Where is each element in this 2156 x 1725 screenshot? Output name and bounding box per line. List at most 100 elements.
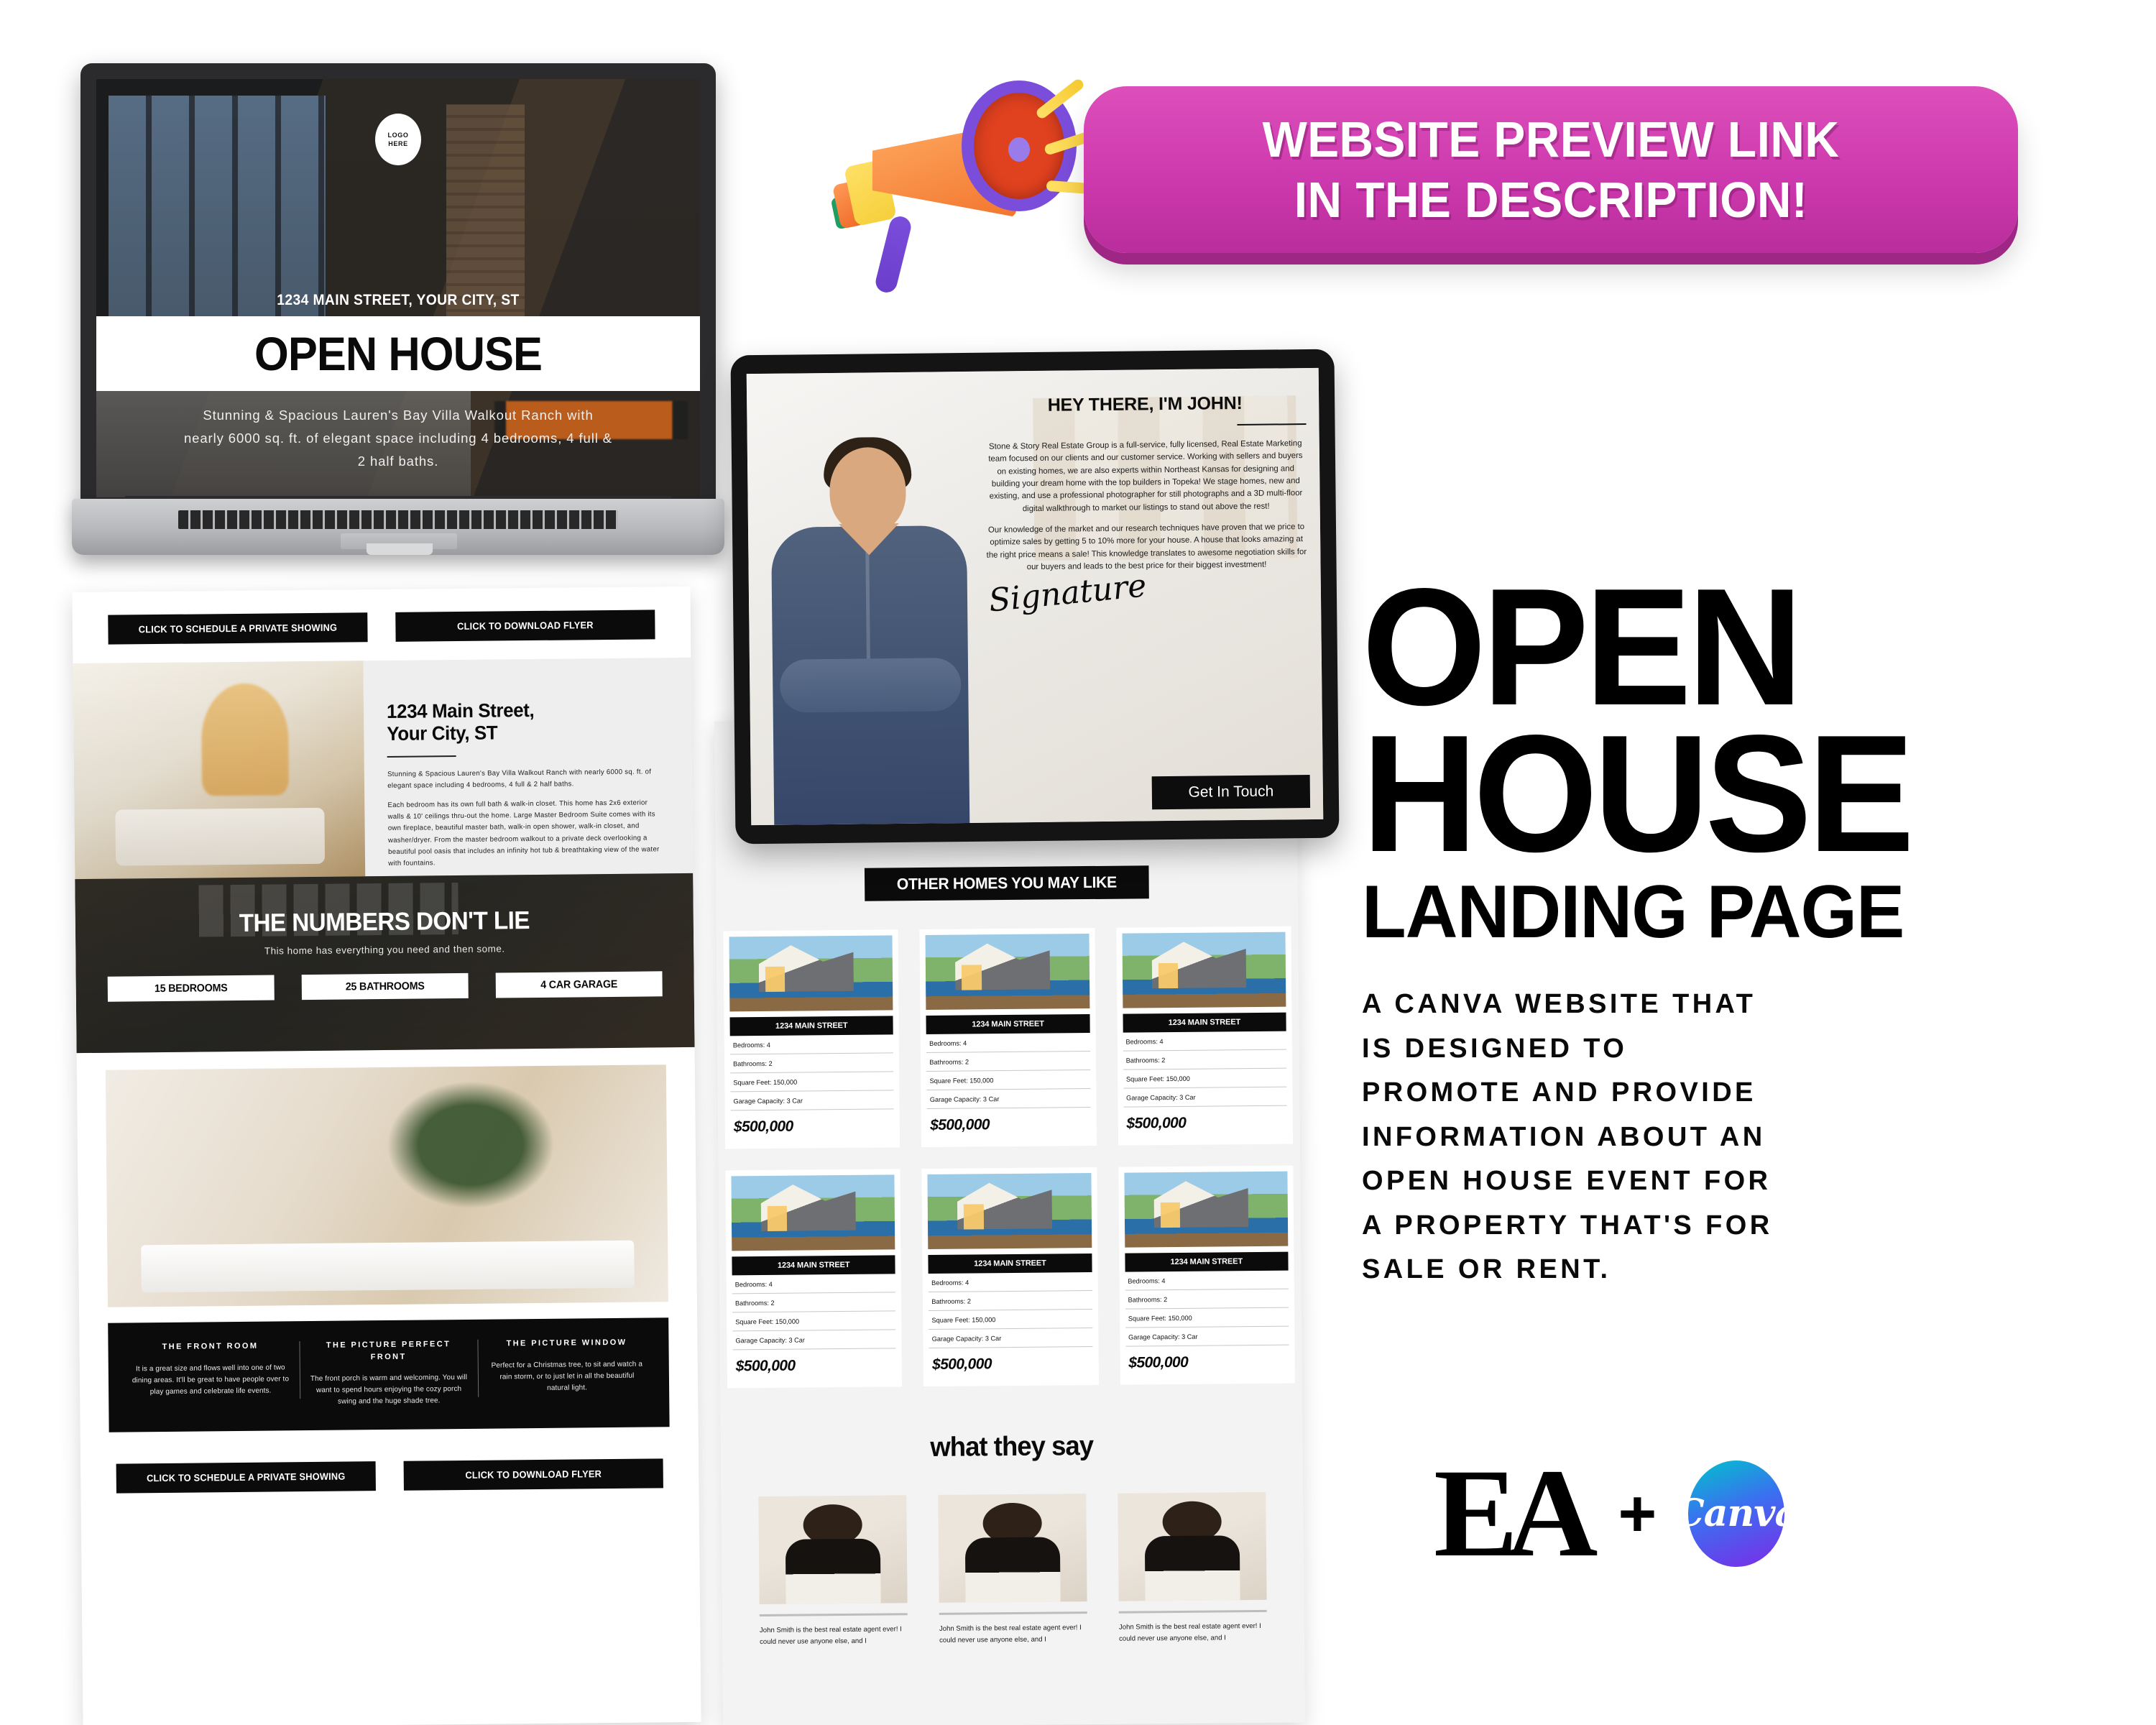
other-homes-title: OTHER HOMES YOU MAY LIKE bbox=[864, 865, 1149, 901]
listing-text-block: 1234 Main Street, Your City, ST Stunning… bbox=[363, 657, 694, 877]
property-price: $500,000 bbox=[1128, 1353, 1189, 1371]
property-detail-row: Bathrooms: 2 bbox=[732, 1292, 896, 1313]
property-detail-row: Bathrooms: 2 bbox=[1123, 1049, 1287, 1070]
hero-subtext: Stunning & Spacious Lauren's Bay Villa W… bbox=[183, 408, 613, 469]
download-flyer-button[interactable]: CLICK TO DOWNLOAD FLYER bbox=[395, 610, 655, 642]
right-text-column: OPEN HOUSE LANDING PAGE A CANVA WEBSITE … bbox=[1362, 564, 2124, 1292]
property-detail-row: Bathrooms: 2 bbox=[729, 1053, 894, 1074]
tablet-screen: HEY THERE, I'M JOHN! Stone & Story Real … bbox=[746, 367, 1324, 826]
feature-column: THE PICTURE PERFECT FRONT The front porc… bbox=[299, 1338, 478, 1409]
description-line: IS DESIGNED TO bbox=[1362, 1033, 1628, 1064]
logo-placeholder-badge: LOGO HERE bbox=[375, 114, 421, 165]
agent-paragraph-1: Stone & Story Real Estate Group is a ful… bbox=[988, 439, 1303, 513]
tablet-mockup: HEY THERE, I'M JOHN! Stone & Story Real … bbox=[730, 349, 1340, 845]
property-card[interactable]: 1234 MAIN STREET Bedrooms: 4 Bathrooms: 2S… bbox=[1116, 926, 1294, 1146]
testimonial-quote: John Smith is the best real estate agent… bbox=[939, 1624, 1082, 1645]
property-card[interactable]: 1234 MAIN STREET Bedrooms: 4 Bathrooms: 2S… bbox=[723, 929, 900, 1149]
feature-column: THE FRONT ROOM It is a great size and fl… bbox=[121, 1340, 300, 1410]
property-thumbnail bbox=[925, 934, 1090, 1011]
banner-line-1: WEBSITE PREVIEW LINK bbox=[1262, 111, 1840, 167]
property-card[interactable]: 1234 MAIN STREET Bedrooms: 4 Bathrooms: 2S… bbox=[921, 1167, 1099, 1387]
feature-title: THE FRONT ROOM bbox=[162, 1341, 259, 1352]
testimonial-photo bbox=[938, 1494, 1087, 1603]
description-line: OPEN HOUSE EVENT FOR bbox=[1362, 1166, 1772, 1197]
property-price: $500,000 bbox=[735, 1357, 796, 1375]
divider bbox=[387, 755, 456, 758]
property-detail-row: Bedrooms: 4 bbox=[1123, 1031, 1286, 1052]
property-thumbnail bbox=[1122, 932, 1286, 1008]
agent-photo bbox=[751, 420, 992, 826]
property-detail-row: Bedrooms: 4 bbox=[729, 1034, 894, 1055]
feature-column: THE PICTURE WINDOW Perfect for a Christm… bbox=[477, 1336, 656, 1407]
megaphone-icon bbox=[830, 56, 1113, 295]
feature-text: The front porch is warm and welcoming. Y… bbox=[310, 1373, 468, 1407]
property-detail-row: Bedrooms: 4 bbox=[926, 1033, 1090, 1054]
property-detail-row: Bedrooms: 4 bbox=[1125, 1270, 1289, 1291]
listing-body-2: Each bedroom has its own full bath & wal… bbox=[387, 799, 660, 868]
description-line: PROMOTE AND PROVIDE bbox=[1362, 1077, 1756, 1108]
property-address: 1234 MAIN STREET bbox=[729, 1016, 894, 1036]
canva-label: Canva bbox=[1674, 1491, 1799, 1536]
schedule-showing-button-bottom[interactable]: CLICK TO SCHEDULE A PRIVATE SHOWING bbox=[116, 1460, 376, 1494]
hero-headline-band: OPEN HOUSE bbox=[96, 316, 700, 391]
laptop-keyboard bbox=[178, 510, 618, 529]
property-address: 1234 MAIN STREET bbox=[1123, 1012, 1286, 1033]
laptop-front-notch bbox=[367, 543, 433, 555]
description-line: SALE OR RENT. bbox=[1362, 1254, 1611, 1285]
feature-text: Perfect for a Christmas tree, to sit and… bbox=[491, 1360, 643, 1392]
divider bbox=[759, 1613, 908, 1617]
top-button-row: CLICK TO SCHEDULE A PRIVATE SHOWING CLIC… bbox=[72, 586, 691, 663]
dining-room-image bbox=[73, 661, 366, 880]
download-flyer-button-bottom[interactable]: CLICK TO DOWNLOAD FLYER bbox=[403, 1458, 663, 1491]
testimonial-card: John Smith is the best real estate agent… bbox=[1118, 1491, 1267, 1645]
property-card[interactable]: 1234 MAIN STREET Bedrooms: 4 Bathrooms: 2S… bbox=[919, 927, 1097, 1148]
feature-columns: THE FRONT ROOM It is a great size and fl… bbox=[108, 1317, 670, 1432]
feature-title: THE PICTURE WINDOW bbox=[506, 1338, 627, 1348]
testimonial-card: John Smith is the best real estate agent… bbox=[938, 1494, 1087, 1647]
property-detail-row: Bathrooms: 2 bbox=[1125, 1289, 1289, 1310]
divider bbox=[1237, 423, 1307, 426]
agent-head bbox=[829, 446, 907, 534]
description-line: A PROPERTY THAT'S FOR bbox=[1362, 1210, 1773, 1241]
property-price: $500,000 bbox=[930, 1116, 990, 1133]
get-in-touch-button[interactable]: Get In Touch bbox=[1151, 775, 1311, 810]
divider bbox=[939, 1611, 1087, 1615]
feature-text: It is a great size and flows well into o… bbox=[132, 1363, 290, 1397]
stat-badges: 15 BEDROOMS 25 BATHROOMS 4 CAR GARAGE bbox=[76, 971, 694, 1002]
listing-hero-section: 1234 Main Street, Your City, ST Stunning… bbox=[73, 657, 694, 880]
brand-logos: EA + Canva bbox=[1434, 1450, 1799, 1576]
website-preview-banner[interactable]: WEBSITE PREVIEW LINK IN THE DESCRIPTION! bbox=[1084, 86, 2018, 253]
stat-bedrooms: 15 BEDROOMS bbox=[107, 975, 275, 1002]
numbers-section: THE NUMBERS DON'T LIE This home has ever… bbox=[75, 873, 695, 1054]
property-address: 1234 MAIN STREET bbox=[1125, 1251, 1289, 1272]
property-detail-row: Square Feet: 150,000 bbox=[929, 1310, 1092, 1330]
property-detail-row: Garage Capacity: 3 Car bbox=[1125, 1326, 1289, 1347]
description-line: INFORMATION ABOUT AN bbox=[1362, 1121, 1766, 1152]
property-detail-row: Square Feet: 150,000 bbox=[1125, 1307, 1289, 1328]
poster-canvas: LOGO HERE 1234 MAIN STREET, YOUR CITY, S… bbox=[0, 0, 2156, 1725]
laptop-lid: LOGO HERE 1234 MAIN STREET, YOUR CITY, S… bbox=[80, 63, 716, 509]
property-card[interactable]: 1234 MAIN STREET Bedrooms: 4 Bathrooms: 2S… bbox=[725, 1169, 903, 1389]
property-card[interactable]: 1234 MAIN STREET Bedrooms: 4 Bathrooms: 2S… bbox=[1118, 1165, 1295, 1385]
property-detail-row: Bathrooms: 2 bbox=[929, 1291, 1092, 1311]
stat-garage: 4 CAR GARAGE bbox=[495, 971, 663, 998]
schedule-showing-button[interactable]: CLICK TO SCHEDULE A PRIVATE SHOWING bbox=[108, 612, 368, 645]
hero-headline: OPEN HOUSE bbox=[254, 327, 543, 380]
title-house: HOUSE bbox=[1362, 700, 1915, 887]
property-detail-row: Square Feet: 150,000 bbox=[730, 1072, 894, 1092]
property-thumbnail bbox=[927, 1173, 1092, 1249]
property-price: $500,000 bbox=[931, 1356, 992, 1373]
testimonial-photo bbox=[758, 1495, 908, 1605]
property-thumbnail bbox=[731, 1174, 895, 1251]
feature-title: THE PICTURE PERFECT FRONT bbox=[326, 1340, 451, 1361]
property-detail-row: Garage Capacity: 3 Car bbox=[926, 1089, 1091, 1109]
property-detail-row: Square Feet: 150,000 bbox=[926, 1070, 1091, 1090]
plus-icon: + bbox=[1618, 1476, 1657, 1550]
testimonial-quote: John Smith is the best real estate agent… bbox=[1118, 1622, 1261, 1643]
logo-badge-line2: HERE bbox=[388, 140, 408, 147]
property-address: 1234 MAIN STREET bbox=[926, 1014, 1090, 1035]
testimonial-photo bbox=[1118, 1491, 1267, 1601]
testimonial-quote: John Smith is the best real estate agent… bbox=[759, 1625, 902, 1647]
canva-logo: Canva bbox=[1674, 1460, 1799, 1567]
property-detail-row: Garage Capacity: 3 Car bbox=[929, 1328, 1093, 1348]
